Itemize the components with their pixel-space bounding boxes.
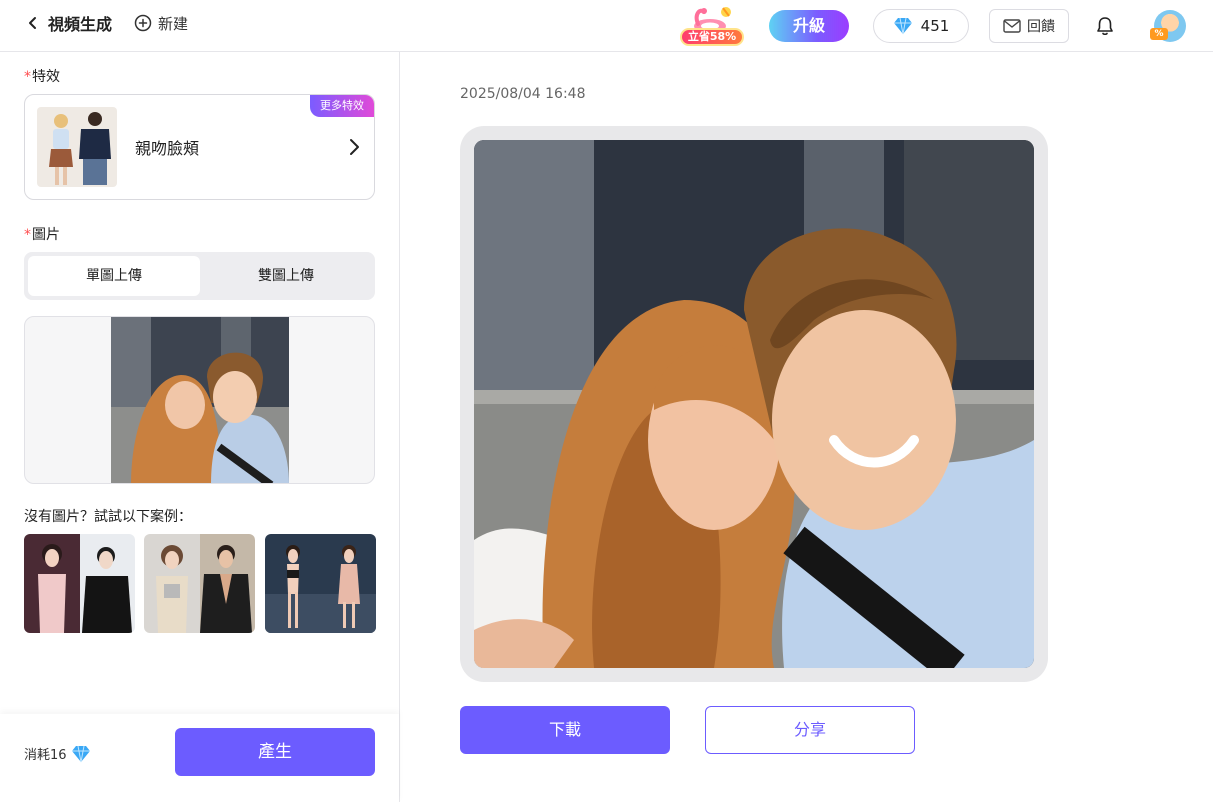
example-image xyxy=(265,534,376,633)
credits-count: 451 xyxy=(920,17,950,35)
result-photo xyxy=(474,140,1034,668)
effect-thumbnail xyxy=(37,107,117,187)
download-button[interactable]: 下載 xyxy=(460,706,670,754)
page-title: 視頻生成 xyxy=(48,15,113,34)
settings-panel: *特效 親吻臉頰 更多特效 *圖片 單圖上傳 雙圖上傳 沒有圖片？試試以下案例：… xyxy=(0,52,400,802)
diamond-icon xyxy=(893,17,912,35)
upload-mode-tabs: 單圖上傳 雙圖上傳 xyxy=(24,252,375,300)
tab-double-upload[interactable]: 雙圖上傳 xyxy=(200,256,372,296)
back-button[interactable]: 視頻生成 xyxy=(26,12,112,34)
result-timestamp: 2025/08/04 16:48 xyxy=(460,86,586,102)
uploaded-image xyxy=(111,317,289,483)
cost-label: 消耗16 xyxy=(24,748,67,763)
required-marker: * xyxy=(24,227,31,243)
avatar-discount-tag: % xyxy=(1150,28,1168,40)
effect-section-text: 特效 xyxy=(32,69,60,85)
new-label: 新建 xyxy=(158,14,189,33)
cost-indicator: 消耗16 xyxy=(24,744,91,763)
example-thumbnail[interactable] xyxy=(24,534,135,633)
credits-button[interactable]: 451 xyxy=(873,9,969,43)
effect-name: 親吻臉頰 xyxy=(135,139,200,158)
user-avatar[interactable]: % xyxy=(1150,10,1188,44)
example-thumbnail[interactable] xyxy=(265,534,376,633)
generate-button[interactable]: 產生 xyxy=(175,728,375,776)
diamond-icon xyxy=(71,745,90,762)
plus-circle-icon xyxy=(134,14,152,32)
uploaded-photo xyxy=(111,317,289,483)
tab-single-upload[interactable]: 單圖上傳 xyxy=(28,256,200,296)
result-preview xyxy=(460,126,1048,682)
feedback-label: 回饋 xyxy=(1027,19,1055,35)
top-bar: 視頻生成 新建 立省58% 升級 451 回饋 % xyxy=(0,0,1213,52)
share-button[interactable]: 分享 xyxy=(705,706,915,754)
promo-discount-label: 立省58% xyxy=(680,28,744,46)
image-section-text: 圖片 xyxy=(32,227,60,243)
examples-label: 沒有圖片？試試以下案例： xyxy=(24,509,192,525)
example-thumbnail[interactable] xyxy=(144,534,255,633)
more-effects-badge[interactable]: 更多特效 xyxy=(310,95,374,117)
effect-selector[interactable]: 親吻臉頰 更多特效 xyxy=(24,94,375,200)
example-image xyxy=(24,534,135,633)
new-button[interactable]: 新建 xyxy=(134,12,188,34)
result-video-frame[interactable] xyxy=(474,140,1034,668)
image-section-label: *圖片 xyxy=(24,224,60,244)
effect-thumbnail-image xyxy=(37,107,117,187)
promo-badge[interactable]: 立省58% xyxy=(680,2,744,48)
bell-icon[interactable] xyxy=(1094,15,1116,37)
mail-icon xyxy=(1003,19,1021,33)
uploaded-image-box[interactable] xyxy=(24,316,375,484)
action-footer: 消耗16 產生 xyxy=(0,714,399,802)
example-image xyxy=(144,534,255,633)
chevron-left-icon xyxy=(29,17,36,29)
effect-section-label: *特效 xyxy=(24,66,60,86)
chevron-right-icon xyxy=(350,139,359,155)
required-marker: * xyxy=(24,69,31,85)
feedback-button[interactable]: 回饋 xyxy=(989,9,1069,43)
upgrade-button[interactable]: 升級 xyxy=(769,10,849,42)
